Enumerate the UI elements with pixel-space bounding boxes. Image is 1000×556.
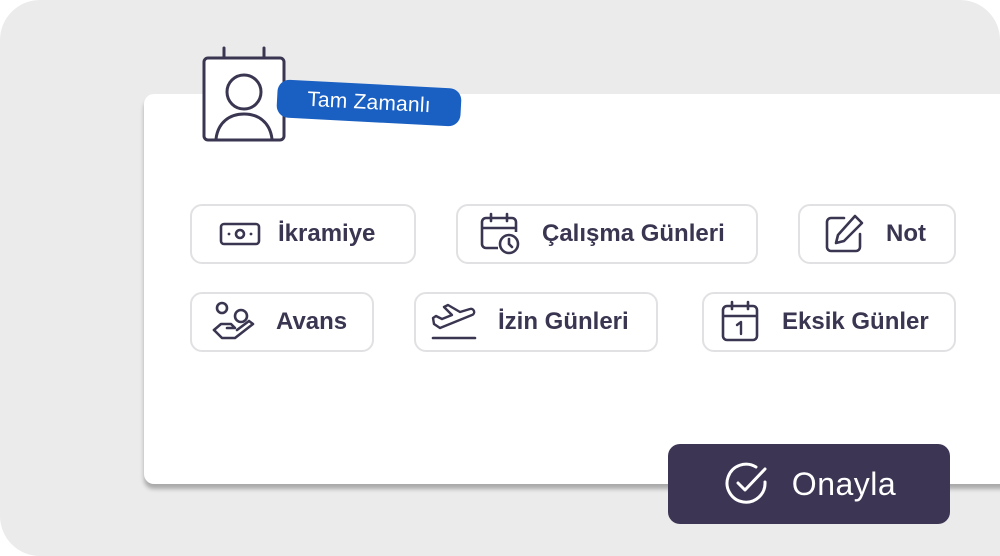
missing-days-button[interactable]: Eksik Günler: [702, 292, 956, 352]
bonus-label: İkramiye: [278, 220, 376, 247]
calendar-clock-icon: [476, 210, 524, 258]
advance-button[interactable]: Avans: [190, 292, 374, 352]
confirm-label: Onayla: [791, 465, 897, 502]
edit-note-icon: [820, 210, 868, 258]
confirm-button[interactable]: Onayla: [668, 444, 950, 524]
missing-days-label: Eksik Günler: [782, 308, 929, 335]
airplane-takeoff-icon: [430, 298, 478, 346]
leave-days-label: İzin Günleri: [498, 308, 629, 335]
work-days-button[interactable]: Çalışma Günleri: [456, 204, 758, 264]
bonus-button[interactable]: İkramiye: [190, 204, 416, 264]
hand-money-icon: [210, 298, 258, 346]
note-button[interactable]: Not: [798, 204, 956, 264]
check-circle-icon: [722, 459, 772, 509]
calendar-day-icon: [716, 298, 764, 346]
work-days-label: Çalışma Günleri: [542, 220, 725, 247]
advance-label: Avans: [276, 308, 348, 335]
leave-days-button[interactable]: İzin Günleri: [414, 292, 658, 352]
banknote-icon: [216, 210, 264, 258]
note-label: Not: [886, 220, 926, 247]
employee-card: [144, 94, 1000, 484]
stage-background: Tam Zamanlı İkramiye Çalışma Günleri Not…: [0, 0, 1000, 556]
